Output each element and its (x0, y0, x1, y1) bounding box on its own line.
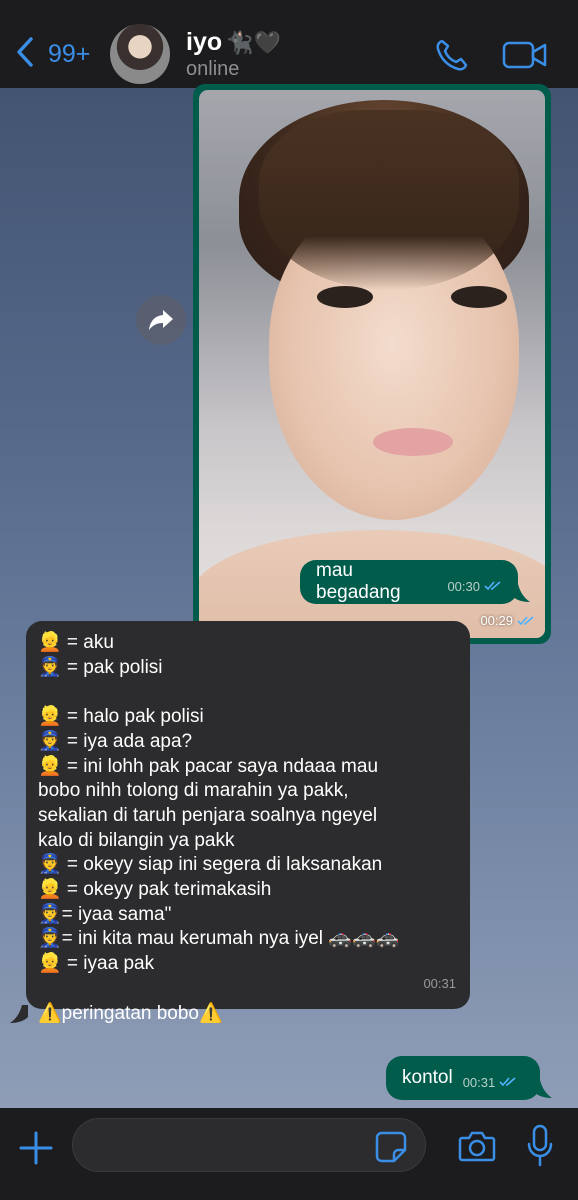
camera-icon (458, 1131, 496, 1162)
forward-button[interactable] (136, 295, 186, 345)
message-text: mau begadang (316, 560, 401, 603)
back-button[interactable] (14, 36, 44, 70)
contact-name-emoji: 🐈‍⬛🖤 (226, 30, 281, 55)
contact-name[interactable]: iyo 🐈‍⬛🖤 (186, 28, 281, 57)
message-meta: 00:31 (463, 1075, 518, 1090)
message-line: 👮 = okeyy siap ini segera di laksanakan (38, 854, 383, 876)
incoming-message[interactable]: 👱 = aku 👮 = pak polisi 👱 = halo pak polisi… (26, 621, 470, 1024)
microphone-icon (527, 1124, 553, 1167)
message-line: 👱 = aku (38, 632, 114, 653)
sticker-icon (375, 1131, 407, 1163)
message-line: 👮= iyaa sama" (38, 903, 172, 925)
message-line: 👮= ini kita mau kerumah nya iyel 🚓🚓🚓 (38, 928, 400, 950)
photo-image[interactable]: 00:29 (199, 90, 545, 638)
microphone-button[interactable] (526, 1124, 554, 1168)
video-call-button[interactable] (502, 40, 548, 70)
bubble-tail (534, 1080, 552, 1098)
message-line: ⚠️peringatan bobo⚠️ (38, 1002, 223, 1024)
chevron-left-icon (17, 37, 33, 67)
message-line: bobo nihh tolong di marahin ya pakk, (38, 780, 349, 802)
voice-call-button[interactable] (434, 38, 470, 72)
share-arrow-icon (149, 310, 173, 330)
double-check-icon (517, 615, 534, 625)
message-time: 00:30 (447, 578, 480, 594)
bubble-tail (10, 1005, 28, 1023)
double-check-icon (499, 1077, 516, 1087)
phone-icon (436, 39, 468, 71)
message-line: 👱 = iyaa pak (38, 953, 155, 975)
message-line: kalo di bilangin ya pakk (38, 829, 235, 851)
unread-count[interactable]: 99+ (48, 40, 90, 69)
contact-name-text: iyo (186, 28, 223, 56)
message-line: 👱 = halo pak polisi (38, 706, 204, 728)
message-time: 00:31 (423, 976, 456, 992)
message-line: 👱 = ini lohh pak pacar saya ndaaa mau (38, 755, 379, 777)
outgoing-message[interactable]: mau begadang 00:30 (300, 560, 518, 604)
photo-timestamp: 00:29 (480, 613, 535, 628)
chat-header: 99+ iyo 🐈‍⬛🖤 online (0, 0, 578, 88)
message-line: 👱 = okeyy pak terimakasih (38, 879, 272, 901)
input-bar (0, 1108, 578, 1200)
chat-area[interactable]: 00:29 mau begadang 00:30 👱 = aku 👮 = pak … (0, 84, 578, 1108)
contact-status: online (186, 58, 240, 80)
message-meta: 00:30 (447, 579, 502, 594)
sticker-button[interactable] (374, 1130, 408, 1164)
message-line: 👮 = pak polisi (38, 656, 163, 678)
outgoing-message[interactable]: kontol 00:31 (386, 1056, 540, 1100)
avatar[interactable] (110, 24, 170, 84)
message-text: kontol (402, 1067, 453, 1088)
message-line: sekalian di taruh penjara soalnya ngeyel (38, 804, 378, 826)
photo-time-text: 00:29 (480, 613, 513, 628)
message-line: 👮 = iya ada apa? (38, 730, 193, 752)
message-time: 00:31 (462, 1074, 496, 1090)
message-input[interactable] (72, 1118, 426, 1172)
video-camera-icon (502, 41, 547, 69)
double-check-icon (484, 581, 501, 591)
plus-icon (19, 1131, 53, 1165)
camera-button[interactable] (458, 1128, 496, 1164)
incoming-message-text: 👱 = aku 👮 = pak polisi 👱 = halo pak polisi… (38, 631, 458, 1026)
bubble-tail (512, 584, 530, 602)
attach-button[interactable] (18, 1130, 54, 1166)
